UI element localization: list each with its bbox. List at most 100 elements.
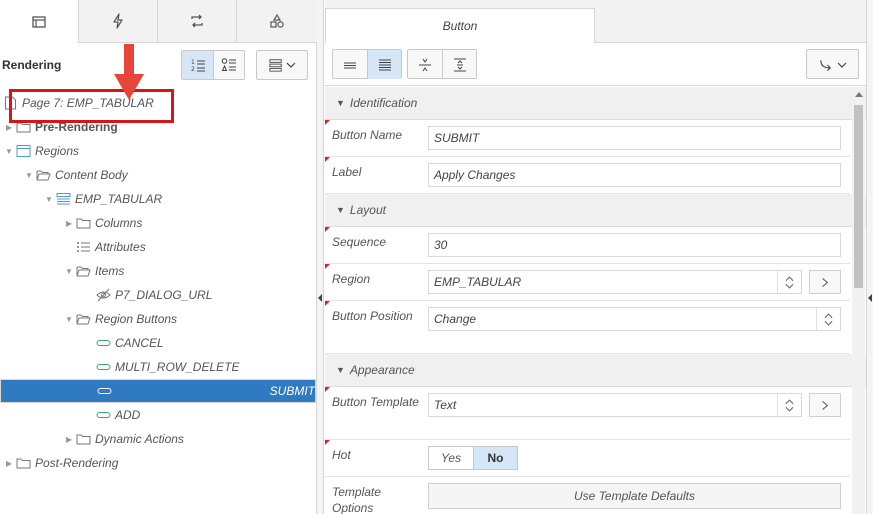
vertical-scrollbar[interactable] [852,87,865,514]
scrollbar-thumb[interactable] [854,105,863,288]
tree-node-dynamic-actions[interactable]: ▶ Dynamic Actions [0,427,316,451]
tab-shared-components[interactable] [237,0,316,42]
ordered-list-icon: 12 [191,59,205,73]
expand-icon[interactable]: ▶ [63,435,75,444]
tree-node-cancel[interactable]: CANCEL [0,331,316,355]
prop-label: Template Options [332,485,381,514]
tree-node-items[interactable]: ▼ Items [0,259,316,283]
prop-label: Sequence [332,235,387,249]
collapse-icon[interactable]: ▼ [43,195,55,204]
expand-all-button[interactable] [442,50,476,79]
view-by-order-button[interactable]: 12 [182,51,213,79]
attributes-icon [75,239,91,255]
button-template-go-button[interactable] [809,393,841,417]
hot-no-option[interactable]: No [473,447,517,469]
tree-node-content-body[interactable]: ▼ Content Body [0,163,316,187]
tree-node-pre-rendering[interactable]: ▶ Pre-Rendering [0,115,316,139]
sequence-input[interactable]: 30 [428,233,841,257]
template-options-button[interactable]: Use Template Defaults [428,483,841,509]
left-splitter[interactable] [317,0,324,514]
tab-button[interactable]: Button [325,8,595,43]
folder-icon [75,431,91,447]
button-template-select[interactable]: Text [428,393,802,417]
page-icon [2,95,18,111]
tab-rendering[interactable] [0,0,79,43]
collapse-icon[interactable]: ▼ [3,147,15,156]
section-identification[interactable]: ▼ Identification [325,87,866,120]
go-to-group [806,49,859,79]
section-title: Identification [349,96,418,110]
section-title: Layout [349,203,386,217]
expand-icon[interactable]: ▶ [63,219,75,228]
tree-node-label: ADD [115,408,141,422]
hot-yes-option[interactable]: Yes [429,447,473,469]
tree-node-label: Regions [35,144,80,158]
collapse-left-icon[interactable] [318,294,322,302]
tree-node-label: Attributes [95,240,146,254]
tree-node-regions[interactable]: ▼ Regions [0,139,316,163]
view-toggle-group: 12 [181,50,245,80]
tree-menu-group [256,50,308,80]
show-all-button[interactable] [367,50,401,79]
collapse-icon[interactable]: ▼ [63,315,75,324]
right-splitter[interactable] [866,0,873,514]
select-value: Text [434,398,457,412]
open-folder-icon [35,167,51,183]
collapse-icon[interactable]: ▼ [63,267,75,276]
tree-node-attributes[interactable]: Attributes [0,235,316,259]
updown-chevron-icon [777,394,801,416]
required-flag [325,387,330,392]
updown-chevron-icon [777,271,801,293]
tree-node-p7-dialog-url[interactable]: P7_DIALOG_URL [0,283,316,307]
section-layout[interactable]: ▼ Layout [325,194,866,227]
tab-dynamic-actions[interactable] [79,0,158,42]
prop-label: Button Template [332,395,419,409]
hidden-item-icon [95,287,111,303]
prop-label: Button Position [332,309,413,323]
tree-menu-button[interactable] [257,51,307,79]
button-icon [95,359,111,375]
layout-menu-icon [268,59,282,72]
select-value: EMP_TABULAR [434,275,522,289]
view-by-component-button[interactable] [213,51,244,79]
expand-icon[interactable]: ▶ [3,459,15,468]
tree-node-add[interactable]: ADD [0,403,316,427]
tree-node-page[interactable]: Page 7: EMP_TABULAR [0,91,316,115]
button-icon [95,407,111,423]
tree-node-post-rendering[interactable]: ▶ Post-Rendering [0,451,316,475]
dynamic-actions-icon [113,13,123,29]
collapse-icon[interactable]: ▼ [23,171,35,180]
tree-node-emp-tabular[interactable]: ▼ EMP_TABULAR [0,187,316,211]
collapse-right-icon[interactable] [868,294,872,302]
tree-node-label: Content Body [55,168,128,182]
go-to-group-button[interactable] [807,50,858,79]
required-flag [325,301,330,306]
collapse-all-button[interactable] [408,50,442,79]
region-select[interactable]: EMP_TABULAR [428,270,802,294]
open-folder-icon [75,311,91,327]
scroll-up-icon[interactable] [855,92,863,97]
required-flag [325,227,330,232]
label-input[interactable]: Apply Changes [428,163,841,187]
tab-processing[interactable] [158,0,237,42]
show-common-button[interactable] [333,50,367,79]
prop-button-name: Button Name SUBMIT [325,120,850,157]
folder-icon [75,215,91,231]
prop-hot: Hot Yes No [325,440,850,477]
tree-node-submit[interactable]: SUBMIT [0,379,316,403]
collapse-all-icon [419,58,431,71]
lines-icon [344,62,356,68]
tree-node-label: EMP_TABULAR [75,192,163,206]
go-to-icon [819,59,831,71]
button-name-input[interactable]: SUBMIT [428,126,841,150]
panel-title: Rendering [2,58,62,72]
region-go-button[interactable] [809,270,841,294]
tree-node-multi-row-delete[interactable]: MULTI_ROW_DELETE [0,355,316,379]
tree-node-columns[interactable]: ▶ Columns [0,211,316,235]
expand-icon[interactable]: ▶ [3,123,15,132]
section-appearance[interactable]: ▼ Appearance [325,354,866,387]
tree-node-label: CANCEL [115,336,164,350]
tree-node-region-buttons[interactable]: ▼ Region Buttons [0,307,316,331]
prop-label: Hot [332,448,351,462]
button-position-select[interactable]: Change [428,307,841,331]
